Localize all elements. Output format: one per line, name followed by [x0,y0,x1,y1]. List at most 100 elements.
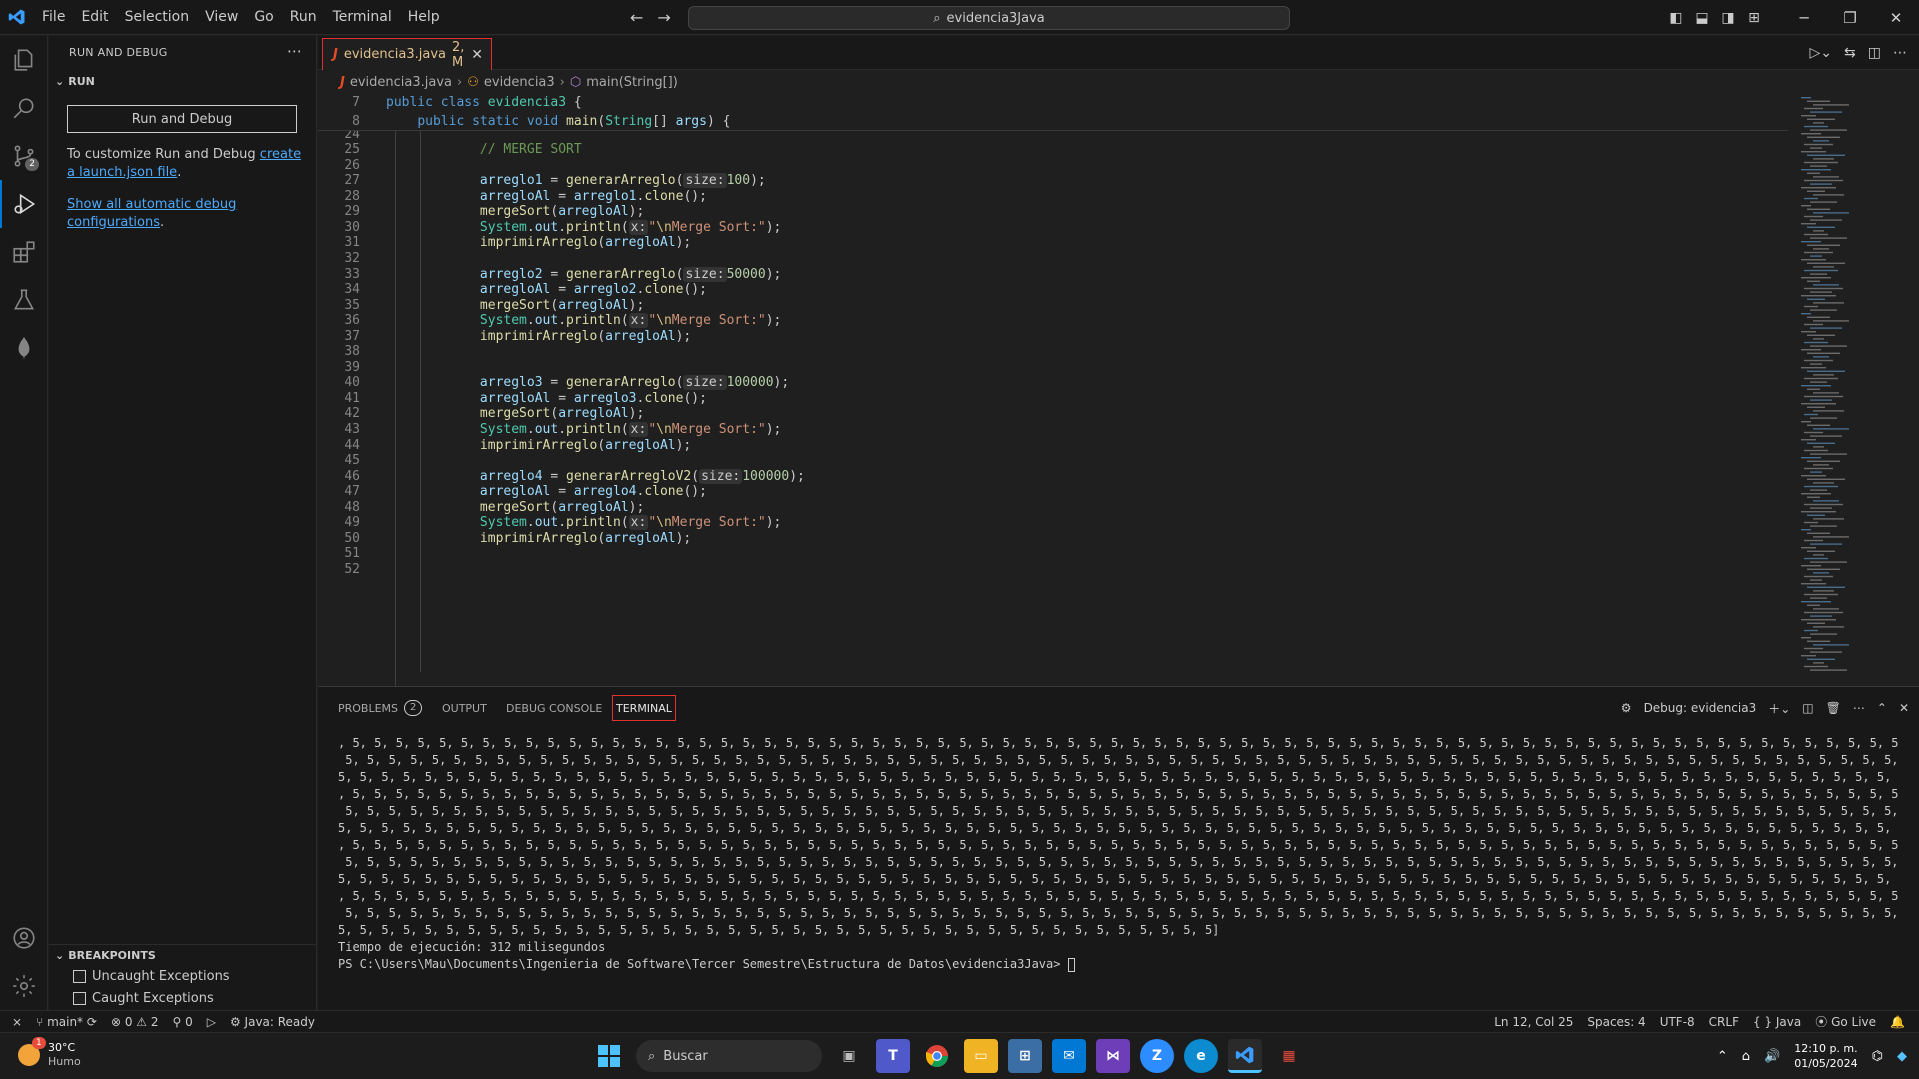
menu-item-help[interactable]: Help [400,0,448,35]
branch-indicator[interactable]: ⑂ main* ⟳ [36,1015,97,1029]
code-line[interactable]: 7 public class evidencia3 { [318,93,1788,112]
terminal-line: 5, 5, 5, 5, 5, 5, 5, 5, 5, 5, 5, 5, 5, 5… [338,871,1898,888]
breadcrumb-file[interactable]: evidencia3.java [350,75,452,90]
taskbar-search[interactable]: ⌕ Buscar [636,1040,822,1072]
end-of-line[interactable]: CRLF [1709,1015,1739,1029]
explorer-icon[interactable] [0,36,48,84]
weather-widget[interactable]: 1 30°C Humo [18,1037,81,1069]
restore-button[interactable]: ❐ [1827,9,1873,27]
search-icon[interactable] [0,84,48,132]
close-window-button[interactable]: ✕ [1873,9,1919,27]
indentation[interactable]: Spaces: 4 [1587,1015,1645,1029]
maximize-panel-icon[interactable]: ⌃ [1877,701,1887,715]
menu-item-edit[interactable]: Edit [73,0,116,35]
debug-status-icon[interactable]: ▷ [207,1015,216,1029]
toggle-secondary-sidebar-icon[interactable]: ◨ [1715,10,1741,26]
show-all-debug-configurations-link[interactable]: Show all automatic debug configurations [67,197,236,230]
chrome-icon[interactable] [920,1039,954,1073]
zoom-icon[interactable]: Z [1140,1039,1174,1073]
back-arrow-icon[interactable]: ← [630,8,643,27]
edge-icon[interactable]: e [1184,1039,1218,1073]
tab-terminal[interactable]: TERMINAL [612,695,676,721]
extensions-icon[interactable] [0,228,48,276]
code-line[interactable]: 8 public static void main(String[] args)… [318,112,1788,131]
breakpoint-uncaught-exceptions[interactable]: Uncaught Exceptions [73,969,230,984]
run-and-debug-icon[interactable] [0,180,48,228]
tab-debug-console[interactable]: DEBUG CONSOLE [506,695,602,721]
new-terminal-icon[interactable]: ＋⌄ [1768,700,1790,717]
windows-start-icon[interactable] [592,1039,626,1073]
menu-item-run[interactable]: Run [282,0,325,35]
problems-indicator[interactable]: ⊗ 0 ⚠ 2 [111,1015,159,1029]
debug-session-selector[interactable]: Debug: evidencia3 [1644,701,1757,715]
clock[interactable]: 12:10 p. m. 01/05/2024 [1794,1041,1857,1071]
breadcrumb-method[interactable]: main(String[]) [586,75,678,90]
toggle-panel-icon[interactable]: ⬓ [1689,10,1715,26]
more-actions-icon[interactable]: ⋯ [287,42,302,60]
mail-icon[interactable]: ✉ [1052,1039,1086,1073]
code-line[interactable]: 52 [318,560,1788,579]
ports-indicator[interactable]: ⚲ 0 [172,1015,192,1029]
tab-evidencia3-java[interactable]: J evidencia3.java 2, M ✕ [322,38,492,70]
source-control-icon[interactable]: 2 [0,132,48,180]
tab-output[interactable]: OUTPUT [442,695,487,721]
run-section-header[interactable]: ⌄ RUN [49,70,317,92]
language-mode[interactable]: { } Java [1753,1015,1801,1029]
customize-layout-icon[interactable]: ⊞ [1741,10,1767,26]
testing-icon[interactable] [0,276,48,324]
vscode-taskbar-icon[interactable] [1228,1039,1262,1073]
breadcrumb-class[interactable]: evidencia3 [484,75,555,90]
teams-icon[interactable]: T [876,1039,910,1073]
menu-item-selection[interactable]: Selection [117,0,198,35]
terminal-text: 5, 5, 5, 5, 5, 5, 5, 5, 5, 5, 5, 5, 5, 5… [338,770,1892,784]
volume-icon[interactable]: 🔊 [1764,1049,1780,1064]
checkbox[interactable] [73,992,86,1005]
minimize-button[interactable]: ─ [1781,9,1827,27]
task-view-icon[interactable]: ▣ [832,1039,866,1073]
settings-gear-icon[interactable] [0,962,48,1010]
breakpoint-caught-exceptions[interactable]: Caught Exceptions [73,991,214,1006]
notification-icon[interactable]: ⌬ [1872,1049,1883,1064]
more-actions-icon[interactable]: ⋯ [1893,45,1907,61]
split-editor-icon[interactable]: ◫ [1868,45,1881,61]
split-terminal-icon[interactable]: ◫ [1802,701,1813,715]
terminal-output[interactable]: , 5, 5, 5, 5, 5, 5, 5, 5, 5, 5, 5, 5, 5,… [338,735,1898,995]
minimap[interactable] [1789,93,1919,686]
visual-studio-icon[interactable]: ⋈ [1096,1039,1130,1073]
menu-item-view[interactable]: View [197,0,246,35]
kill-terminal-icon[interactable]: 🗑 [1826,701,1841,715]
tab-problems[interactable]: PROBLEMS 2 [338,695,423,721]
sticky-scroll[interactable]: 7 public class evidencia3 {8 public stati… [318,93,1788,131]
toggle-sidebar-icon[interactable]: ◧ [1663,10,1689,26]
code-editor[interactable]: 7 public class evidencia3 {8 public stati… [318,93,1919,686]
run-icon[interactable]: ▷⌄ [1810,45,1833,61]
microsoft-store-icon[interactable]: ⊞ [1008,1039,1042,1073]
command-center[interactable]: ⌕ evidencia3Java [688,6,1290,30]
close-tab-icon[interactable]: ✕ [471,47,483,63]
network-icon[interactable]: ⌂ [1742,1049,1750,1064]
java-status[interactable]: ⚙ Java: Ready [230,1015,315,1029]
remote-icon[interactable]: ⨯ [12,1015,22,1029]
more-actions-icon[interactable]: ⋯ [1853,701,1865,715]
accounts-icon[interactable] [0,914,48,962]
menu-item-terminal[interactable]: Terminal [325,0,400,35]
menu-item-file[interactable]: File [34,0,73,35]
forward-arrow-icon[interactable]: → [657,8,670,27]
go-live-button[interactable]: ⦿ Go Live [1815,1013,1876,1030]
notifications-bell-icon[interactable]: 🔔 [1890,1015,1905,1029]
compare-changes-icon[interactable]: ⇆ [1844,45,1856,61]
breakpoints-section-header[interactable]: ⌄ BREAKPOINTS [49,944,317,966]
cursor-position[interactable]: Ln 12, Col 25 [1494,1015,1573,1029]
close-panel-icon[interactable]: ✕ [1899,701,1909,715]
search-icon: ⌕ [648,1048,656,1064]
run-and-debug-button[interactable]: Run and Debug [67,105,297,133]
file-explorer-icon[interactable]: ▭ [964,1039,998,1073]
checkbox[interactable] [73,970,86,983]
minimap-line [1801,133,1821,135]
menu-item-go[interactable]: Go [246,0,281,35]
mongodb-leaf-icon[interactable] [0,324,48,372]
chevron-up-icon[interactable]: ⌃ [1717,1049,1728,1064]
copilot-icon[interactable]: ◆ [1897,1049,1907,1064]
encoding[interactable]: UTF-8 [1660,1015,1695,1029]
calendar-app-icon[interactable]: ▦ [1272,1039,1306,1073]
